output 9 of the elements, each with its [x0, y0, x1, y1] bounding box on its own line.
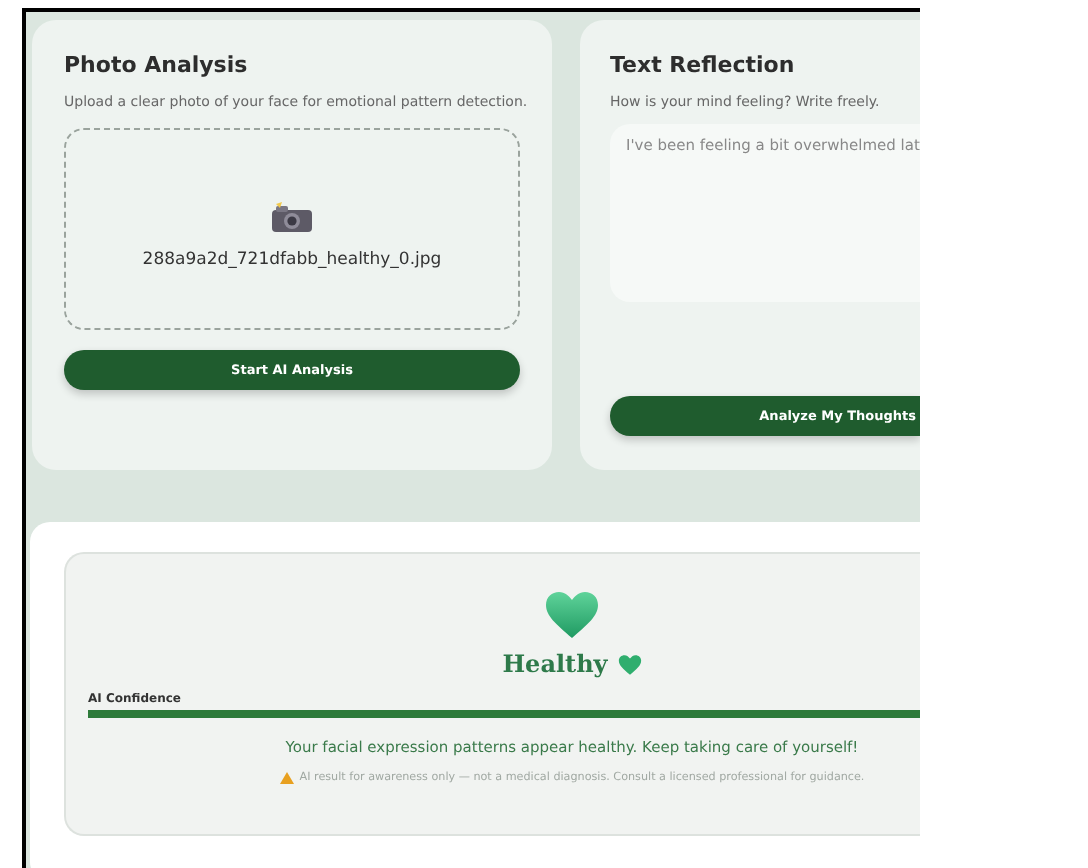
heart-icon: [617, 653, 642, 675]
card-title: Photo Analysis: [64, 52, 250, 78]
warning-icon: [279, 772, 294, 784]
status-label: Healthy: [502, 650, 608, 678]
file-name: 288a9a2d_721dfabb_healthy_0.jpg: [142, 249, 442, 269]
camera-icon: [270, 201, 314, 233]
heart-icon: [544, 590, 600, 640]
card-title: Text Reflection: [610, 52, 797, 78]
upload-dropzone[interactable]: 288a9a2d_721dfabb_healthy_0.jpg: [64, 128, 520, 330]
